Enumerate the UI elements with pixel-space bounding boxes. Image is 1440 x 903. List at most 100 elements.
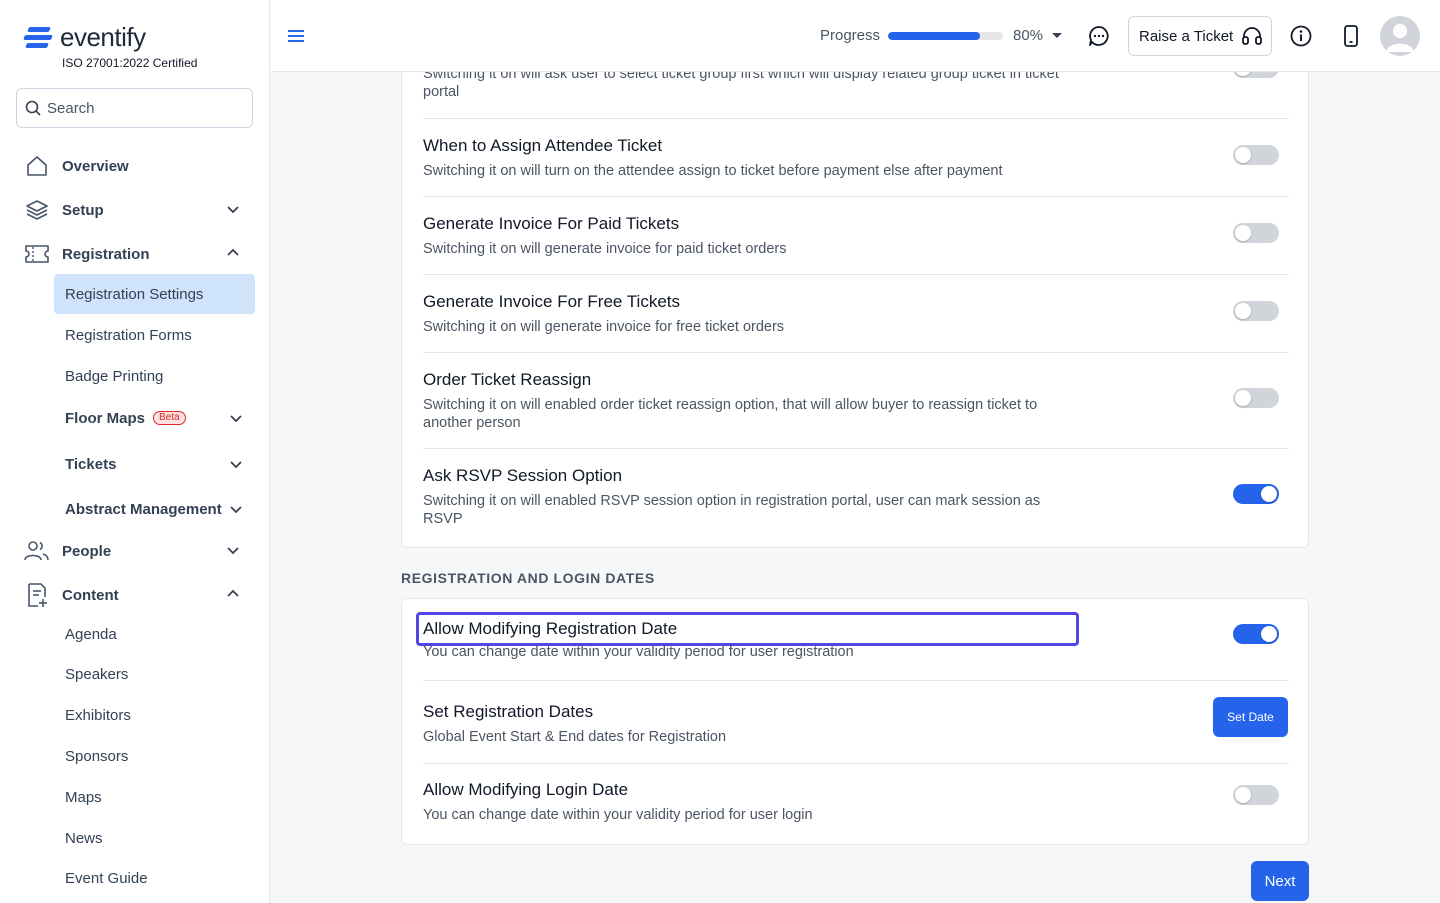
- setting-description: You can change date within your validity…: [423, 807, 813, 823]
- settings-row: Order Ticket Reassign Switching it on wi…: [423, 370, 1289, 432]
- invoice-free-toggle[interactable]: [1233, 301, 1279, 321]
- raise-ticket-label: Raise a Ticket: [1139, 27, 1234, 45]
- assign-attendee-ticket-toggle[interactable]: [1233, 145, 1279, 165]
- divider: [423, 118, 1289, 119]
- setting-title: Allow Modifying Login Date: [423, 780, 629, 799]
- nav-label: Content: [62, 586, 119, 604]
- nav-registration[interactable]: Registration: [24, 239, 254, 269]
- invoice-paid-toggle[interactable]: [1233, 223, 1279, 243]
- users-icon: [24, 538, 50, 564]
- setting-title: Order Ticket Reassign: [423, 370, 592, 389]
- progress-fill: [888, 32, 980, 40]
- sidebar-item-abstract-management[interactable]: Abstract Management: [54, 489, 255, 529]
- info-icon[interactable]: [1289, 24, 1313, 48]
- sidebar-item-news[interactable]: News: [54, 818, 255, 858]
- sidebar-item-event-guide[interactable]: Event Guide: [54, 858, 255, 898]
- setting-title: Ask RSVP Session Option: [423, 466, 623, 485]
- logo[interactable]: eventify: [23, 22, 146, 53]
- top-header: Progress 80% Raise a Ticket: [271, 0, 1440, 72]
- user-avatar-icon: [1386, 24, 1414, 52]
- setting-title: Set Registration Dates: [423, 702, 594, 721]
- setting-description: Switching it on will generate invoice fo…: [423, 241, 787, 257]
- search-icon: [25, 100, 41, 116]
- avatar[interactable]: [1380, 16, 1420, 56]
- raise-ticket-button[interactable]: Raise a Ticket: [1128, 16, 1272, 56]
- chevron-down-icon: [230, 461, 242, 469]
- setting-description: You can change date within your validity…: [423, 644, 854, 660]
- sidebar-item-exhibitors[interactable]: Exhibitors: [54, 695, 255, 735]
- sidebar-item-speakers[interactable]: Speakers: [54, 654, 255, 694]
- progress-bar: [888, 32, 1003, 40]
- setting-title: Generate Invoice For Paid Tickets: [423, 214, 680, 233]
- setting-title[interactable]: Allow Modifying Registration Date: [423, 619, 1289, 639]
- sidebar-item-tickets[interactable]: Tickets: [54, 444, 255, 484]
- mobile-icon[interactable]: [1339, 24, 1363, 48]
- next-button[interactable]: Next: [1251, 861, 1309, 901]
- divider: [423, 196, 1289, 197]
- nav-label: Registration: [62, 245, 150, 263]
- nav-people[interactable]: People: [24, 536, 254, 566]
- sidebar: eventify ISO 27001:2022 Certified Overvi…: [0, 0, 270, 903]
- setting-description: Switching it on will turn on the attende…: [423, 163, 1003, 179]
- chevron-down-icon: [230, 415, 242, 423]
- order-ticket-reassign-toggle[interactable]: [1233, 388, 1279, 408]
- set-date-button[interactable]: Set Date: [1213, 697, 1288, 737]
- nav-content[interactable]: Content: [24, 580, 254, 610]
- modify-login-date-toggle[interactable]: [1233, 785, 1279, 805]
- divider: [423, 680, 1289, 681]
- home-icon: [24, 153, 50, 179]
- sidebar-item-badge-printing[interactable]: Badge Printing: [54, 356, 255, 396]
- chevron-down-icon: [227, 547, 239, 555]
- beta-badge: Beta: [153, 411, 186, 425]
- settings-row: Generate Invoice For Paid Tickets Switch…: [423, 214, 1289, 258]
- setting-description: Switching it on will enabled RSVP sessio…: [423, 493, 1041, 527]
- nav-setup[interactable]: Setup: [24, 195, 254, 225]
- setting-title: When to Assign Attendee Ticket: [423, 136, 663, 155]
- settings-row: Set Registration Dates Global Event Star…: [423, 702, 1289, 746]
- ticket-icon: [24, 241, 50, 267]
- caret-down-icon[interactable]: [1051, 28, 1063, 42]
- nav-overview[interactable]: Overview: [24, 151, 254, 181]
- nav-label: People: [62, 542, 112, 560]
- progress-label: Progress: [820, 27, 881, 44]
- setting-description: Switching it on will enabled order ticke…: [423, 397, 1038, 431]
- setting-title: Generate Invoice For Free Tickets: [423, 292, 680, 311]
- nav-label: Overview: [62, 157, 129, 175]
- eventify-logo-icon: [23, 25, 54, 51]
- sidebar-item-registration-forms[interactable]: Registration Forms: [54, 315, 255, 355]
- chat-icon[interactable]: [1087, 24, 1111, 48]
- search-input[interactable]: [47, 99, 237, 117]
- search-box: [16, 88, 253, 128]
- document-add-icon: [24, 582, 50, 608]
- sidebar-item-sponsors[interactable]: Sponsors: [54, 736, 255, 776]
- sidebar-item-floor-maps[interactable]: Floor Maps Beta: [54, 398, 255, 438]
- divider: [423, 448, 1289, 449]
- sidebar-item-registration-settings[interactable]: Registration Settings: [54, 274, 255, 314]
- modify-registration-date-toggle[interactable]: [1233, 624, 1279, 644]
- dates-card: Allow Modifying Registration Date You ca…: [401, 598, 1309, 845]
- sidebar-item-label: Tickets: [65, 455, 117, 473]
- settings-row: Allow Modifying Login Date You can chang…: [423, 780, 1289, 824]
- layers-icon: [24, 197, 50, 223]
- settings-row: Generate Invoice For Free Tickets Switch…: [423, 292, 1289, 336]
- section-title: REGISTRATION AND LOGIN DATES: [401, 570, 655, 586]
- sidebar-item-label: Floor Maps: [65, 409, 146, 427]
- sidebar-item-agenda[interactable]: Agenda: [54, 614, 255, 654]
- ticket-settings-card: Switching it on will ask user to select …: [401, 40, 1309, 548]
- headset-icon: [1242, 27, 1263, 45]
- menu-icon[interactable]: [287, 28, 305, 44]
- progress-percent: 80%: [1013, 27, 1044, 44]
- settings-row: Allow Modifying Registration Date You ca…: [423, 619, 1289, 661]
- settings-row: When to Assign Attendee Ticket Switching…: [423, 136, 1289, 180]
- sidebar-item-maps[interactable]: Maps: [54, 777, 255, 817]
- divider: [423, 352, 1289, 353]
- rsvp-session-toggle[interactable]: [1233, 484, 1279, 504]
- chevron-up-icon: [227, 248, 239, 256]
- iso-certification: ISO 27001:2022 Certified: [62, 56, 198, 70]
- setting-description: Switching it on will generate invoice fo…: [423, 319, 785, 335]
- divider: [423, 763, 1289, 764]
- chevron-up-icon: [227, 589, 239, 597]
- nav-label: Setup: [62, 201, 104, 219]
- chevron-down-icon: [227, 206, 239, 214]
- settings-row: Ask RSVP Session Option Switching it on …: [423, 466, 1289, 528]
